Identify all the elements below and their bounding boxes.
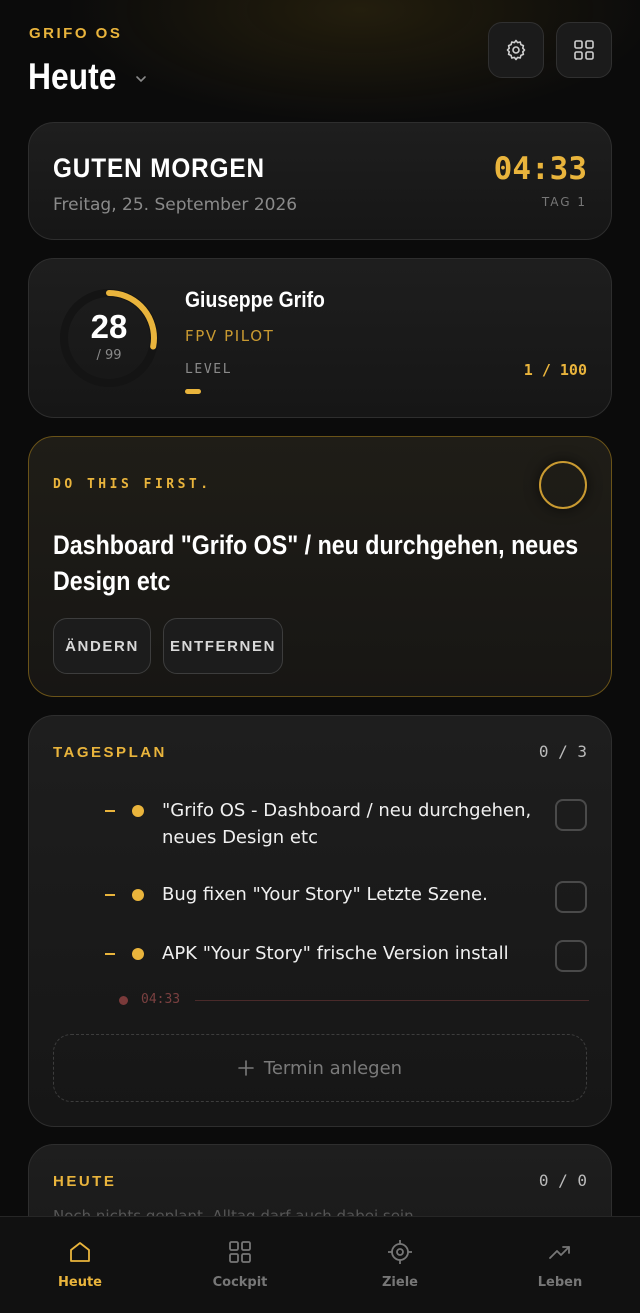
focus-label: DO THIS FIRST. — [53, 477, 212, 492]
bottom-nav: Heute Cockpit Ziele Leben — [0, 1216, 640, 1313]
list-bullet — [132, 889, 144, 901]
level-label: LEVEL — [185, 362, 233, 377]
list-dash — [105, 953, 115, 955]
now-time: 04:33 — [141, 992, 181, 1007]
day-counter: TAG 1 — [541, 195, 587, 209]
nav-label: Leben — [537, 1275, 583, 1290]
edit-button[interactable]: ÄNDERN — [53, 618, 151, 674]
profile-role: FPV PILOT — [185, 327, 275, 345]
grid-icon — [229, 1241, 251, 1263]
now-line — [195, 1000, 589, 1001]
add-appointment-label: Termin anlegen — [263, 1057, 403, 1079]
level-value: 28 — [90, 308, 128, 345]
xp-progress-fill — [185, 389, 202, 394]
nav-item-leben[interactable]: Leben — [480, 1217, 640, 1313]
focus-task-text: Dashboard "Grifo OS" / neu durchgehen, n… — [53, 530, 579, 596]
today-title: HEUTE — [53, 1173, 117, 1190]
list-dash — [105, 894, 115, 896]
brand-label: GRIFO OS — [29, 25, 123, 42]
profile-name: Giuseppe Grifo — [185, 287, 325, 312]
greeting-card: GUTEN MORGEN Freitag, 25. September 2026… — [28, 122, 612, 240]
focus-card: DO THIS FIRST. Dashboard "Grifo OS" / ne… — [28, 436, 612, 697]
now-dot — [119, 996, 128, 1005]
dayplan-count: 0 / 3 — [538, 742, 587, 761]
level-max: / 99 — [96, 348, 122, 363]
nav-label: Heute — [58, 1275, 102, 1290]
dayplan-title: TAGESPLAN — [53, 744, 167, 761]
home-icon — [70, 1242, 90, 1262]
nav-item-cockpit[interactable]: Cockpit — [160, 1217, 320, 1313]
trend-icon — [549, 1246, 570, 1259]
list-item-text: "Grifo OS - Dashboard / neu durchgehen, … — [162, 800, 532, 848]
list-bullet — [132, 805, 144, 817]
remove-button[interactable]: ENTFERNEN — [163, 618, 283, 674]
nav-label: Ziele — [382, 1275, 418, 1290]
chevron-down-icon — [136, 76, 146, 83]
dayplan-card: TAGESPLAN 0 / 3 "Grifo OS - Dashboard / … — [28, 715, 612, 1127]
page-title-dropdown[interactable]: Heute — [28, 56, 147, 98]
add-appointment-button[interactable]: Termin anlegen — [53, 1034, 587, 1102]
nav-item-ziele[interactable]: Ziele — [320, 1217, 480, 1313]
focus-complete-checkbox[interactable] — [539, 461, 587, 509]
focus-task: Dashboard "Grifo OS" / neu durchgehen, n… — [53, 527, 593, 599]
task-checkbox[interactable] — [555, 881, 587, 913]
today-count: 0 / 0 — [538, 1171, 587, 1190]
nav-label: Cockpit — [212, 1275, 268, 1290]
target-icon — [388, 1240, 412, 1264]
settings-button[interactable] — [488, 22, 544, 78]
grid-button[interactable] — [556, 22, 612, 78]
profile-card[interactable]: 28 / 99 Giuseppe Grifo FPV PILOT LEVEL 1… — [28, 258, 612, 418]
list-bullet — [132, 948, 144, 960]
xp-progress-text: 1 / 100 — [523, 361, 587, 379]
grid-icon — [574, 40, 594, 60]
clock-time: 04:33 — [493, 151, 587, 187]
greeting-text: GUTEN MORGEN — [53, 153, 265, 183]
level-ring: 28 / 99 — [57, 286, 161, 390]
date-text: Freitag, 25. September 2026 — [53, 195, 298, 215]
current-time-indicator: 04:33 — [119, 990, 589, 1010]
gear-icon — [506, 39, 526, 61]
task-checkbox[interactable] — [555, 799, 587, 831]
list-item-text: APK "Your Story" frische Version install — [162, 943, 509, 964]
xp-progress-bar — [185, 389, 587, 394]
task-checkbox[interactable] — [555, 940, 587, 972]
page-title: Heute — [28, 56, 117, 97]
plus-icon — [238, 1060, 254, 1076]
list-dash — [105, 810, 115, 812]
nav-item-heute[interactable]: Heute — [0, 1217, 160, 1313]
list-item-text: Bug fixen "Your Story" Letzte Szene. — [162, 884, 488, 905]
